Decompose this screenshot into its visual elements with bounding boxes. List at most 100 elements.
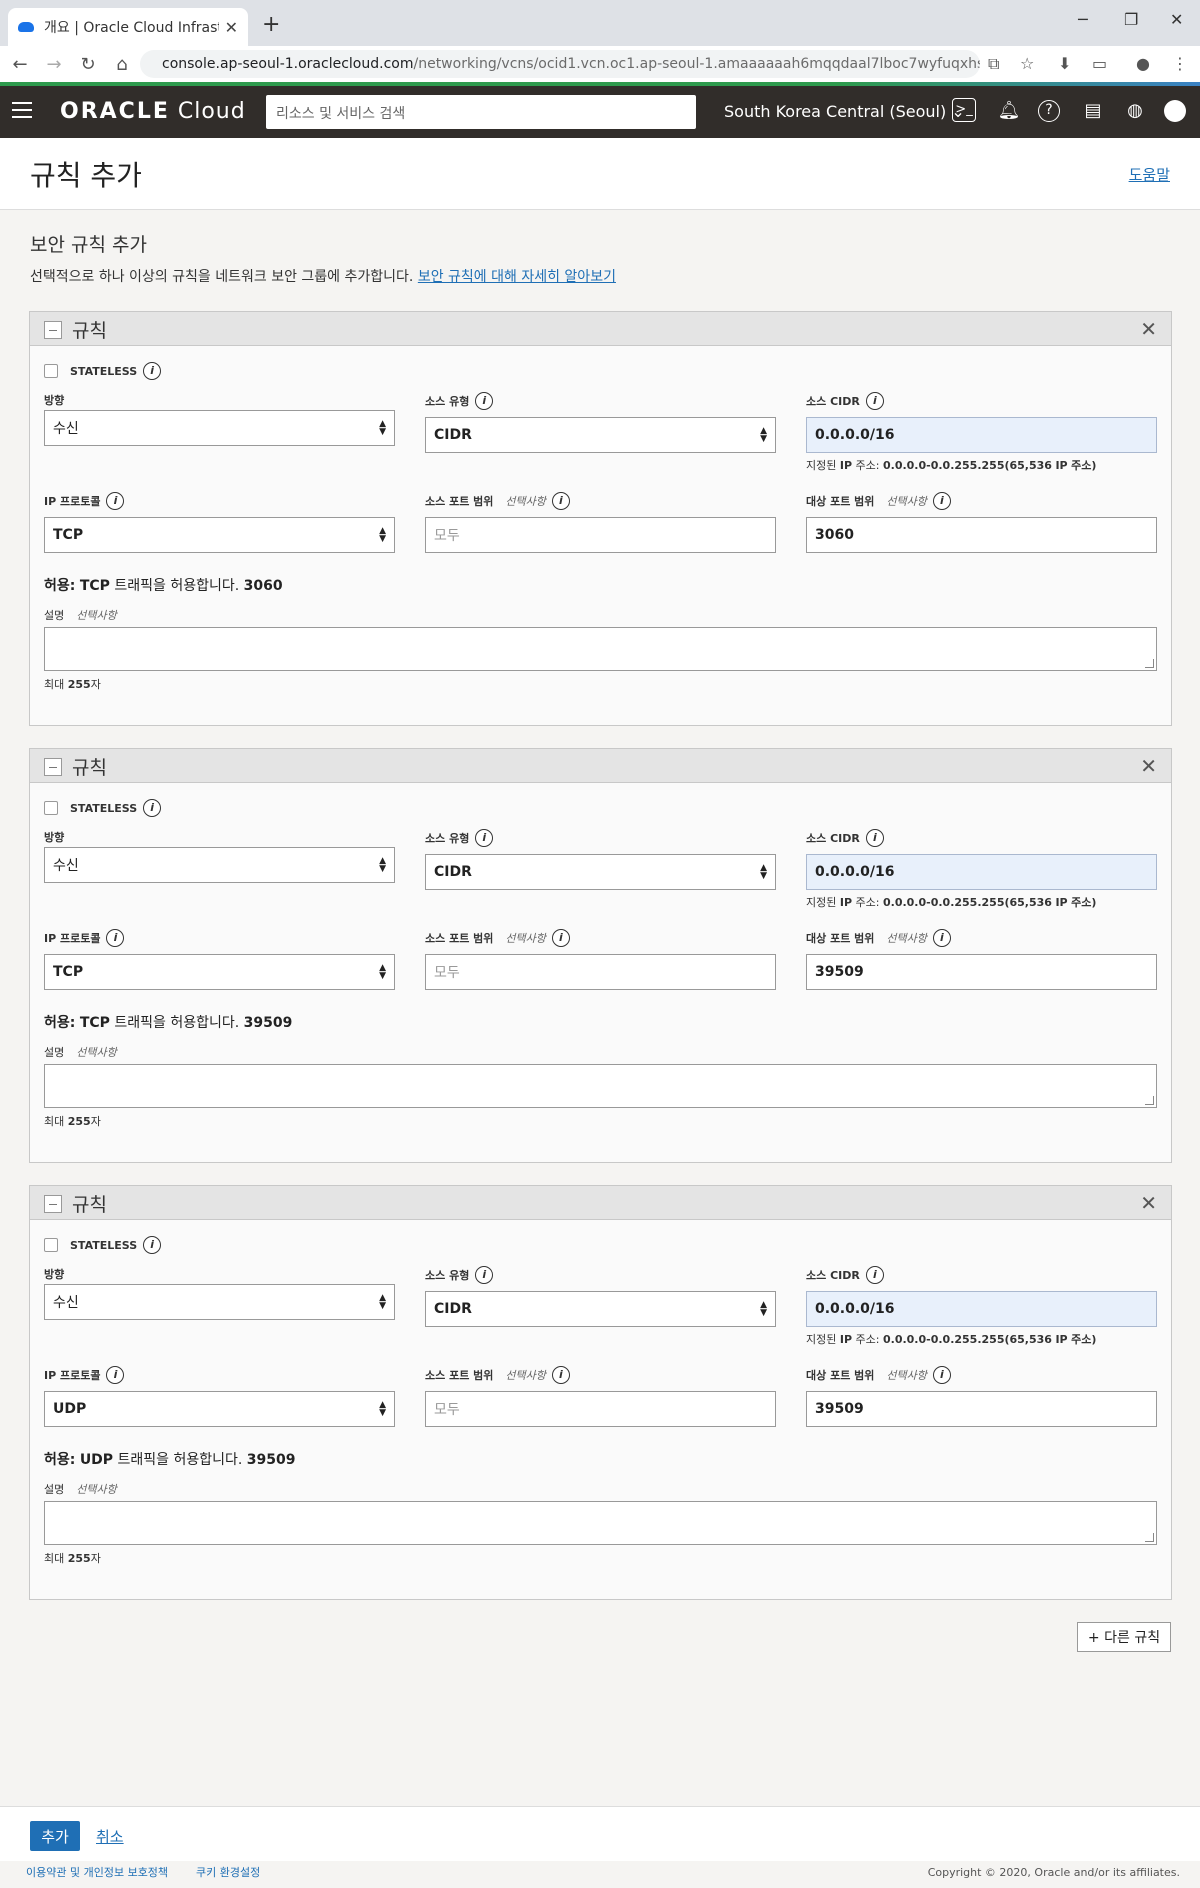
learn-more-link[interactable]: 보안 규칙에 대해 자세히 알아보기 — [418, 269, 616, 285]
dest-port-input[interactable]: 39509 — [806, 1391, 1157, 1427]
stateless-checkbox[interactable] — [44, 1238, 58, 1252]
info-icon[interactable]: i — [865, 1266, 884, 1284]
oracle-cloud-logo[interactable]: ORACLE Cloud — [60, 99, 246, 124]
description-textarea[interactable] — [44, 627, 1157, 671]
info-icon[interactable]: i — [932, 492, 951, 510]
source-port-input[interactable]: 모두 — [425, 1391, 776, 1427]
select-arrows-icon: ▲ ▼ — [379, 1400, 386, 1418]
dest-port-input[interactable]: 39509 — [806, 954, 1157, 990]
add-another-rule-button[interactable]: + 다른 규칙 — [1077, 1622, 1171, 1652]
description-textarea[interactable] — [44, 1501, 1157, 1545]
select-arrows-icon: ▲ ▼ — [760, 1300, 767, 1318]
select-arrows-icon: ▲ ▼ — [379, 963, 386, 981]
reload-icon[interactable]: ↻ — [74, 54, 102, 75]
source-type-label: 소스 유형 i — [425, 1266, 494, 1284]
info-icon[interactable]: i — [106, 1366, 125, 1384]
kebab-menu-icon[interactable]: ⋮ — [1172, 54, 1188, 73]
cast-icon[interactable]: ▭ — [1092, 54, 1107, 73]
info-icon[interactable]: i — [143, 362, 162, 380]
allow-summary: 허용: UDP 트래픽을 허용합니다. 39509 — [44, 1452, 296, 1468]
bookmark-star-icon[interactable]: ☆ — [1020, 54, 1034, 73]
info-icon[interactable]: i — [475, 829, 494, 847]
source-port-input[interactable]: 모두 — [425, 954, 776, 990]
source-port-input[interactable]: 모두 — [425, 517, 776, 553]
translate-icon[interactable]: ⧉ — [988, 54, 999, 74]
remove-rule-icon[interactable]: ✕ — [1140, 317, 1157, 341]
forward-icon[interactable]: → — [40, 54, 68, 75]
info-icon[interactable]: i — [106, 929, 125, 947]
info-icon[interactable]: i — [551, 1366, 570, 1384]
page-title-bar: 규칙 추가 도움말 — [0, 138, 1200, 210]
direction-label: 방향 — [44, 394, 65, 407]
chat-icon[interactable]: ▤ — [1080, 98, 1106, 124]
max-length-hint: 최대 255자 — [44, 1115, 101, 1128]
info-icon[interactable]: i — [106, 492, 125, 510]
info-icon[interactable]: i — [865, 392, 884, 410]
browser-tab[interactable]: 개요 | Oracle Cloud Infrastructu ✕ — [8, 8, 248, 46]
cancel-link[interactable]: 취소 — [96, 1826, 124, 1847]
url-field[interactable]: console.ap-seoul-1.oraclecloud.com/netwo… — [140, 50, 980, 78]
info-icon[interactable]: i — [551, 929, 570, 947]
collapse-icon[interactable] — [44, 1195, 62, 1213]
section-description: 선택적으로 하나 이상의 규칙을 네트워크 보안 그룹에 추가합니다. 보안 규… — [30, 269, 616, 285]
rule-card: 규칙 ✕ STATELESS i 방향 수신 ▲ ▼ 소스 유형 i CIDR ▲ ▼ 소스… — [29, 311, 1172, 726]
info-icon[interactable]: i — [475, 392, 494, 410]
source-type-select[interactable]: CIDR ▲ ▼ — [425, 854, 776, 890]
region-selector[interactable]: South Korea Central (Seoul) ⌄ — [724, 102, 965, 121]
close-tab-icon[interactable]: ✕ — [225, 18, 238, 37]
url-path: /networking/vcns/ocid1.vcn.oc1.ap-seoul-… — [413, 56, 980, 72]
info-icon[interactable]: i — [551, 492, 570, 510]
remove-rule-icon[interactable]: ✕ — [1140, 1191, 1157, 1215]
info-icon[interactable]: i — [143, 1236, 162, 1254]
dest-port-input[interactable]: 3060 — [806, 517, 1157, 553]
globe-icon[interactable]: ◍ — [1122, 98, 1148, 124]
source-cidr-input[interactable]: 0.0.0.0/16 — [806, 1291, 1157, 1327]
source-cidr-input[interactable]: 0.0.0.0/16 — [806, 417, 1157, 453]
minimize-icon[interactable]: ─ — [1078, 10, 1088, 29]
stateless-label: STATELESS i — [70, 362, 162, 380]
ip-protocol-select[interactable]: UDP ▲ ▼ — [44, 1391, 395, 1427]
terms-link[interactable]: 이용약관 및 개인정보 보호정책 — [26, 1864, 168, 1880]
info-icon[interactable]: i — [932, 929, 951, 947]
rule-card: 규칙 ✕ STATELESS i 방향 수신 ▲ ▼ 소스 유형 i CIDR ▲ ▼ 소스… — [29, 748, 1172, 1163]
resource-search-input[interactable]: 리소스 및 서비스 검색 — [266, 95, 696, 129]
extension-download-icon[interactable]: ⬇ — [1058, 54, 1071, 73]
home-icon[interactable]: ⌂ — [108, 54, 136, 75]
cloud-shell-icon[interactable]: >_ — [952, 98, 976, 122]
info-icon[interactable]: i — [475, 1266, 494, 1284]
remove-rule-icon[interactable]: ✕ — [1140, 754, 1157, 778]
new-tab-icon[interactable]: + — [262, 12, 280, 37]
ip-protocol-select[interactable]: TCP ▲ ▼ — [44, 954, 395, 990]
rule-header: 규칙 ✕ — [30, 1186, 1171, 1220]
source-cidr-input[interactable]: 0.0.0.0/16 — [806, 854, 1157, 890]
direction-select[interactable]: 수신 ▲ ▼ — [44, 847, 395, 883]
direction-select[interactable]: 수신 ▲ ▼ — [44, 410, 395, 446]
console-header: ORACLE Cloud 리소스 및 서비스 검색 South Korea Ce… — [0, 86, 1200, 138]
back-icon[interactable]: ← — [6, 54, 34, 75]
cookie-preferences-link[interactable]: 쿠키 환경설정 — [196, 1864, 260, 1880]
stateless-checkbox[interactable] — [44, 364, 58, 378]
ip-protocol-select[interactable]: TCP ▲ ▼ — [44, 517, 395, 553]
profile-icon[interactable]: ● — [1136, 54, 1150, 73]
ip-protocol-label: IP 프로토콜 i — [44, 492, 125, 510]
source-type-select[interactable]: CIDR ▲ ▼ — [425, 417, 776, 453]
dest-port-label: 대상 포트 범위 선택사항 i — [806, 1366, 951, 1384]
restore-icon[interactable]: ❐ — [1124, 10, 1138, 29]
collapse-icon[interactable] — [44, 321, 62, 339]
help-link[interactable]: 도움말 — [1129, 164, 1170, 185]
rule-title: 규칙 — [72, 1194, 107, 1216]
help-icon[interactable]: ? — [1038, 100, 1060, 122]
direction-select[interactable]: 수신 ▲ ▼ — [44, 1284, 395, 1320]
window-close-icon[interactable]: ✕ — [1170, 10, 1183, 29]
source-type-select[interactable]: CIDR ▲ ▼ — [425, 1291, 776, 1327]
collapse-icon[interactable] — [44, 758, 62, 776]
info-icon[interactable]: i — [865, 829, 884, 847]
info-icon[interactable]: i — [143, 799, 162, 817]
menu-icon[interactable] — [12, 102, 32, 118]
info-icon[interactable]: i — [932, 1366, 951, 1384]
stateless-checkbox[interactable] — [44, 801, 58, 815]
description-textarea[interactable] — [44, 1064, 1157, 1108]
user-avatar-icon[interactable] — [1164, 100, 1186, 122]
bell-icon[interactable]: 🔔︎ — [996, 98, 1022, 124]
add-button[interactable]: 추가 — [30, 1821, 80, 1851]
